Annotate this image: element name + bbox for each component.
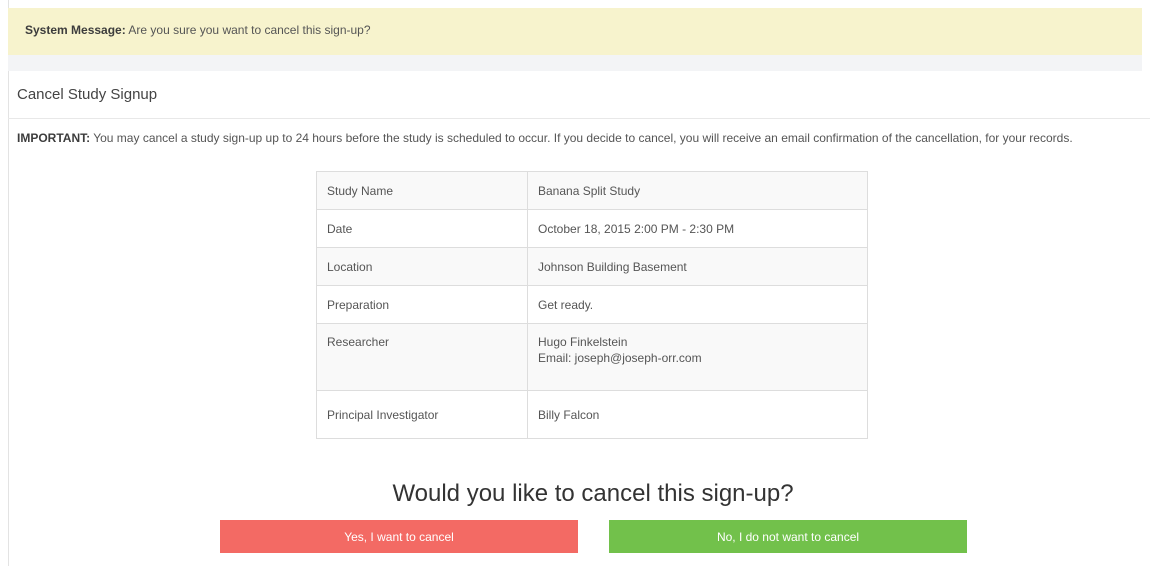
row-label: Study Name (316, 171, 528, 210)
important-notice: IMPORTANT: You may cancel a study sign-u… (17, 132, 1147, 145)
confirm-question: Would you like to cancel this sign-up? (392, 480, 794, 507)
row-label: Principal Investigator (316, 390, 528, 439)
row-label: Preparation (316, 285, 528, 324)
system-message-text: Are you sure you want to cancel this sig… (125, 23, 371, 37)
yes-cancel-button[interactable]: Yes, I want to cancel (220, 520, 578, 553)
row-value: October 18, 2015 2:00 PM - 2:30 PM (527, 209, 868, 248)
panel-divider (8, 118, 1150, 119)
section-spacer (8, 55, 1142, 71)
row-value: Banana Split Study (527, 171, 868, 210)
table-row: Preparation Get ready. (316, 285, 868, 324)
table-row: Study Name Banana Split Study (316, 171, 868, 210)
table-row: Principal Investigator Billy Falcon (316, 390, 868, 439)
important-text: You may cancel a study sign-up up to 24 … (90, 131, 1073, 145)
panel-title: Cancel Study Signup (17, 86, 158, 103)
table-row: Date October 18, 2015 2:00 PM - 2:30 PM (316, 209, 868, 248)
study-details-table: Study Name Banana Split Study Date Octob… (316, 171, 868, 439)
row-label: Researcher (316, 323, 528, 391)
researcher-name: Hugo Finkelstein (538, 335, 628, 349)
table-row: Location Johnson Building Basement (316, 247, 868, 286)
system-message-label: System Message: (25, 23, 126, 37)
row-value: Billy Falcon (527, 390, 868, 439)
table-row: Researcher Hugo Finkelstein Email: josep… (316, 323, 868, 391)
no-cancel-button[interactable]: No, I do not want to cancel (609, 520, 967, 553)
page: System Message: Are you sure you want to… (0, 0, 1150, 566)
row-value: Hugo Finkelstein Email: joseph@joseph-or… (527, 323, 868, 391)
row-value: Get ready. (527, 285, 868, 324)
important-label: IMPORTANT: (17, 131, 91, 145)
researcher-email: Email: joseph@joseph-orr.com (538, 351, 702, 365)
row-label: Location (316, 247, 528, 286)
system-message-bar: System Message: Are you sure you want to… (8, 8, 1142, 55)
row-label: Date (316, 209, 528, 248)
row-value: Johnson Building Basement (527, 247, 868, 286)
